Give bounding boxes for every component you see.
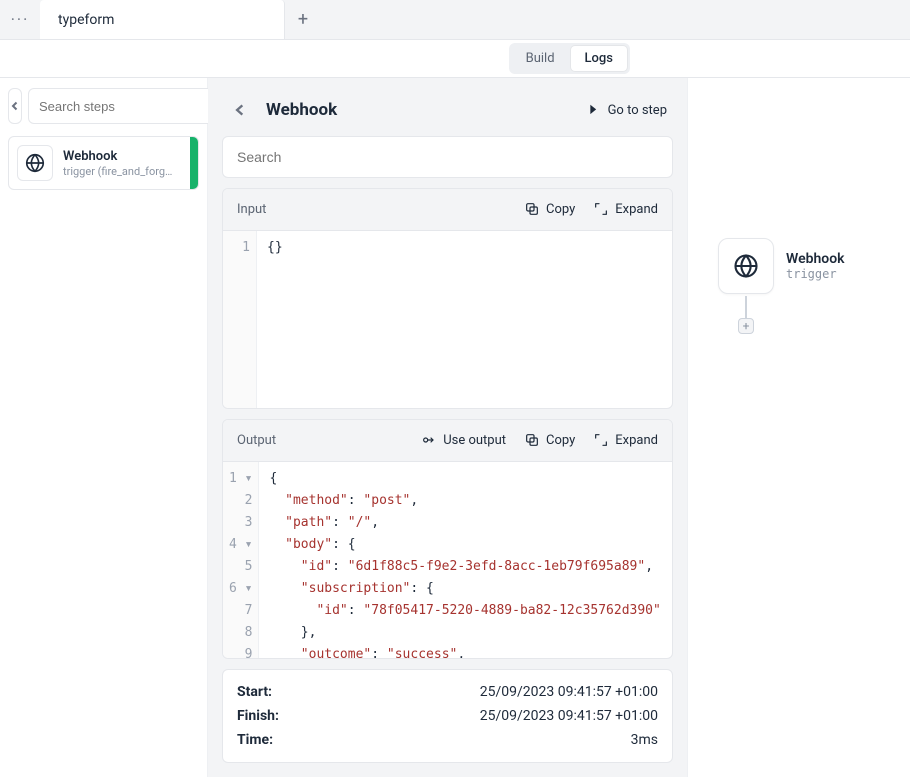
sub-bar: Build Logs — [0, 40, 910, 78]
tab-active[interactable]: typeform — [40, 0, 285, 39]
build-logs-toggle: Build Logs — [509, 43, 630, 74]
detail-search-input[interactable] — [237, 149, 658, 165]
toggle-logs[interactable]: Logs — [571, 46, 627, 71]
sidebar-back-button[interactable] — [8, 88, 22, 124]
timing-panel: Start: 25/09/2023 09:41:57 +01:00 Finish:… — [222, 669, 673, 763]
input-label: Input — [237, 202, 266, 217]
input-expand-button[interactable]: Expand — [593, 201, 658, 217]
add-node-button[interactable]: + — [738, 318, 754, 334]
input-copy-button[interactable]: Copy — [524, 201, 575, 217]
toggle-build[interactable]: Build — [512, 46, 569, 71]
canvas-node-title: Webhook — [786, 251, 845, 267]
globe-icon — [17, 145, 53, 181]
sidebar-search-input[interactable] — [28, 88, 226, 124]
detail-title: Webhook — [266, 100, 337, 120]
add-tab-button[interactable]: + — [285, 0, 321, 39]
step-card-title: Webhook — [63, 149, 172, 164]
output-expand-button[interactable]: Expand — [593, 432, 658, 448]
step-card-status-accent — [190, 137, 198, 189]
finish-label: Finish: — [237, 708, 279, 724]
tab-menu-dots[interactable]: ··· — [0, 0, 40, 39]
output-gutter: 1 ▾234 ▾56 ▾789 — [223, 462, 259, 659]
output-panel: Output Use output Copy Expand — [222, 419, 673, 659]
steps-sidebar: Webhook trigger (fire_and_forg… — [0, 78, 208, 777]
detail-pane: Webhook Go to step Input Copy — [208, 78, 688, 777]
output-copy-button[interactable]: Copy — [524, 432, 575, 448]
canvas-node-subtitle: trigger — [786, 267, 845, 281]
go-to-step-button[interactable]: Go to step — [588, 103, 667, 118]
output-label: Output — [237, 433, 276, 448]
time-value: 3ms — [631, 732, 658, 748]
input-code[interactable]: {} — [257, 231, 293, 409]
start-label: Start: — [237, 684, 272, 700]
step-card-subtitle: trigger (fire_and_forg… — [63, 165, 172, 178]
use-output-button[interactable]: Use output — [421, 432, 506, 448]
workflow-canvas[interactable]: Webhook trigger + — [688, 78, 910, 777]
input-panel: Input Copy Expand 1 {} — [222, 188, 673, 409]
canvas-connector — [745, 296, 747, 318]
input-gutter: 1 — [223, 231, 257, 409]
tab-bar: ··· typeform + — [0, 0, 910, 40]
detail-back-button[interactable] — [228, 98, 252, 122]
tab-label: typeform — [58, 12, 114, 28]
go-to-step-label: Go to step — [608, 103, 667, 118]
output-code[interactable]: { "method": "post", "path": "/", "body":… — [259, 462, 670, 659]
canvas-node-webhook[interactable]: Webhook trigger — [718, 238, 845, 294]
start-value: 25/09/2023 09:41:57 +01:00 — [480, 684, 658, 700]
step-card-webhook[interactable]: Webhook trigger (fire_and_forg… — [8, 136, 199, 190]
time-label: Time: — [237, 732, 273, 748]
globe-icon — [718, 238, 774, 294]
detail-search-box[interactable] — [222, 136, 673, 178]
finish-value: 25/09/2023 09:41:57 +01:00 — [480, 708, 658, 724]
